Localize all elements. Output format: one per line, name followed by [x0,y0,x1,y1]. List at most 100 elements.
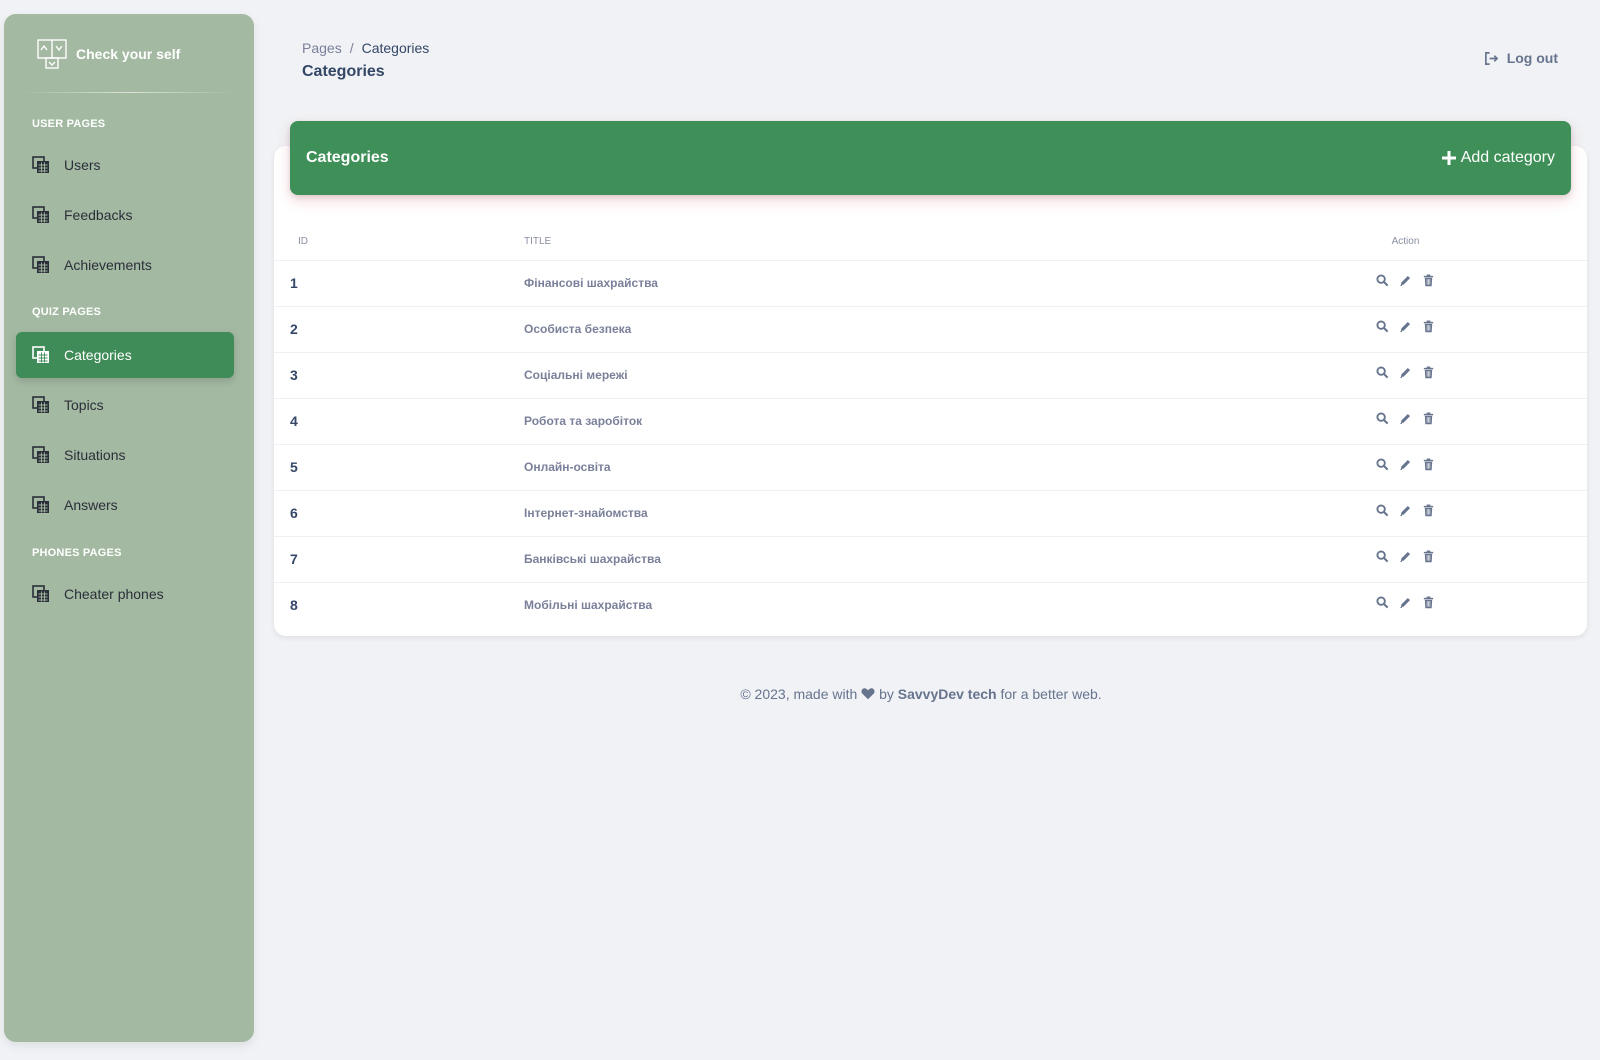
row-title: Інтернет-знайомства [524,490,1224,537]
add-category-label: Add category [1460,149,1555,166]
footer-author-link[interactable]: SavvyDev tech [898,686,997,702]
row-title: Фінансові шахрайства [524,260,1224,307]
add-category-button[interactable]: Add category [1441,149,1555,167]
table-icon [32,396,49,413]
table-icon [32,156,49,173]
delete-icon[interactable] [1422,366,1435,379]
sidebar-item-label: Topics [64,397,104,413]
view-icon[interactable] [1376,596,1389,609]
view-icon[interactable] [1376,550,1389,563]
table-header-row: ID TITLE Action [274,224,1587,261]
row-actions [1224,444,1587,491]
delete-icon[interactable] [1422,412,1435,425]
table-row: 7 Банківські шахрайства [274,536,1587,583]
footer-prefix: © 2023, made with [740,686,858,702]
sign-out-icon [1484,51,1499,65]
table-row: 3 Соціальні мережі [274,352,1587,399]
breadcrumb-current: Categories [361,40,430,56]
sidebar-item-feedbacks[interactable]: Feedbacks [16,192,234,238]
row-title: Робота та заробіток [524,398,1224,445]
brand[interactable]: Check your self [36,38,180,70]
row-actions [1224,306,1587,353]
card-title: Categories [306,149,389,166]
row-title: Банківські шахрайства [524,536,1224,583]
edit-icon[interactable] [1399,320,1412,333]
column-header-id[interactable]: ID [274,224,524,261]
table-row: 6 Інтернет-знайомства [274,490,1587,537]
sidebar-item-label: Users [64,157,101,173]
delete-icon[interactable] [1422,596,1435,609]
edit-icon[interactable] [1399,458,1412,471]
view-icon[interactable] [1376,412,1389,425]
table-icon [32,206,49,223]
logout-label: Log out [1506,50,1558,66]
edit-icon[interactable] [1399,504,1412,517]
row-id: 8 [290,597,298,614]
table-row: 8 Мобільні шахрайства [274,582,1587,628]
footer: © 2023, made with by SavvyDev tech for a… [0,686,1600,702]
row-id: 3 [274,352,524,399]
breadcrumb-separator: / [349,40,354,56]
table-icon [32,346,49,363]
row-title: Мобільні шахрайства [524,598,653,613]
heart-icon [861,688,875,700]
edit-icon[interactable] [1399,274,1412,287]
sidebar-item-label: Situations [64,447,126,463]
plus-icon [1441,151,1456,165]
sidebar-item-situations[interactable]: Situations [16,432,234,478]
table-icon [32,256,49,273]
row-id: 1 [274,260,524,307]
sidebar-item-label: Cheater phones [64,586,164,602]
column-header-action: Action [1224,224,1587,261]
delete-icon[interactable] [1422,504,1435,517]
edit-icon[interactable] [1399,366,1412,379]
delete-icon[interactable] [1422,458,1435,471]
footer-by: by [879,686,894,702]
view-icon[interactable] [1376,320,1389,333]
row-id: 2 [274,306,524,353]
sidebar-item-users[interactable]: Users [16,142,234,188]
delete-icon[interactable] [1422,274,1435,287]
brand-name: Check your self [76,46,181,62]
footer-suffix: for a better web. [1000,686,1102,702]
sidebar-item-label: Feedbacks [64,207,133,223]
view-icon[interactable] [1376,366,1389,379]
sidebar-divider [20,92,238,93]
breadcrumb-pages-link[interactable]: Pages [302,40,342,56]
view-icon[interactable] [1376,458,1389,471]
logo-icon [37,39,67,69]
table-icon [32,446,49,463]
sidebar-item-label: Achievements [64,257,152,273]
row-actions [1224,490,1587,537]
categories-table: ID TITLE Action 1 Фінансові шахрайства 2 Ос… [274,224,1587,628]
view-icon[interactable] [1376,504,1389,517]
table-row: 1 Фінансові шахрайства [274,260,1587,307]
card-header: Categories Add category [290,121,1571,195]
sidebar-item-cheater-phones[interactable]: Cheater phones [16,571,234,617]
view-icon[interactable] [1376,274,1389,287]
edit-icon[interactable] [1399,412,1412,425]
sidebar-item-answers[interactable]: Answers [16,482,234,528]
row-id: 4 [274,398,524,445]
sidebar-item-topics[interactable]: Topics [16,382,234,428]
edit-icon[interactable] [1399,596,1412,609]
sidebar-item-achievements[interactable]: Achievements [16,242,234,288]
table-icon [32,496,49,513]
section-title-user-pages: USER PAGES [32,118,106,130]
logout-button[interactable]: Log out [1484,50,1558,66]
sidebar-item-label: Categories [64,347,132,363]
edit-icon[interactable] [1399,550,1412,563]
row-title: Особиста безпека [524,306,1224,353]
section-title-phones-pages: PHONES PAGES [32,547,122,559]
delete-icon[interactable] [1422,550,1435,563]
row-id: 7 [274,536,524,583]
row-actions [1224,398,1587,445]
column-header-title[interactable]: TITLE [524,224,1224,261]
table-icon [32,585,49,602]
section-title-quiz-pages: QUIZ PAGES [32,306,102,318]
sidebar-item-categories[interactable]: Categories [16,332,234,378]
delete-icon[interactable] [1422,320,1435,333]
row-actions [1224,260,1587,307]
row-actions [1224,536,1587,583]
row-title: Соціальні мережі [524,352,1224,399]
